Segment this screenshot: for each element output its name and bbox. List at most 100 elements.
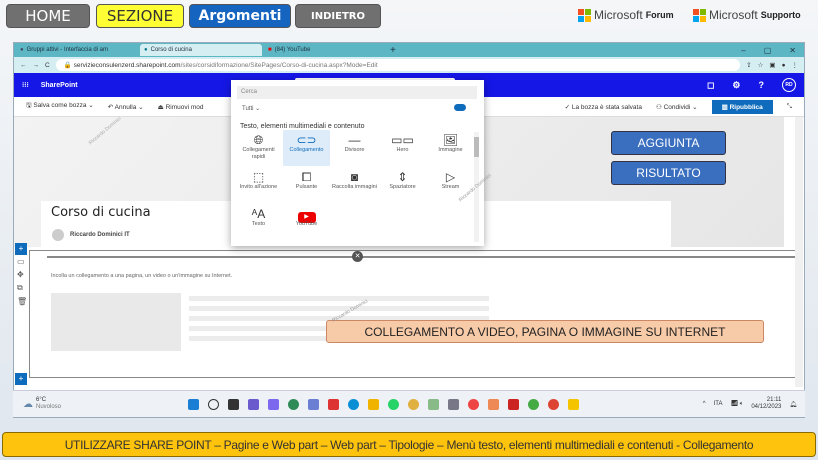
chrome-icon[interactable] (467, 398, 479, 410)
link-icon: ⊂⊃ (296, 133, 317, 147)
app-icon[interactable] (287, 398, 299, 410)
teams-icon[interactable] (247, 398, 259, 410)
edit-icon[interactable]: ▭ (17, 257, 25, 266)
duplicate-icon[interactable]: ⧉ (17, 283, 23, 293)
toolbox-search-input[interactable]: Cerca (237, 86, 477, 99)
edge-icon[interactable] (347, 398, 359, 410)
webpart-image[interactable]: 🖼︎ Immagine (427, 130, 474, 166)
chrome-icon[interactable] (527, 398, 539, 410)
help-icon[interactable]: ? (759, 80, 765, 90)
maximize-icon[interactable]: ▢ (764, 46, 772, 55)
menu-icon[interactable]: ⋮ (792, 61, 799, 69)
remove-button[interactable]: ⏏ Rimuovi mod (158, 103, 204, 111)
feedback-icon[interactable]: ◻ (707, 80, 714, 91)
app-icon[interactable] (447, 398, 459, 410)
url-path: /sites/corsidiformazione/SitePages/Corso… (180, 61, 378, 69)
app-icon[interactable] (327, 398, 339, 410)
weather-widget[interactable]: ☁ 6°C Nuvoloso (13, 397, 183, 411)
republish-button[interactable]: ▥ Ripubblica (711, 99, 773, 114)
whatsapp-icon[interactable] (387, 398, 399, 410)
sharepoint-title[interactable]: SharePoint (41, 82, 78, 89)
filter-dropdown[interactable]: Tutti ⌄ (242, 105, 260, 112)
start-icon[interactable] (187, 398, 199, 410)
tab-label: Corso di cucina (150, 47, 192, 53)
move-icon[interactable]: ✥ (17, 270, 24, 279)
search-icon[interactable] (207, 398, 219, 410)
app-icon[interactable] (487, 398, 499, 410)
webpart-divider[interactable]: — Divisore (331, 130, 378, 166)
view-toggle[interactable] (454, 104, 466, 111)
app-icon[interactable] (407, 398, 419, 410)
minimize-icon[interactable]: – (741, 46, 745, 55)
scrollbar[interactable] (795, 117, 803, 387)
ms-supporto-link[interactable]: Microsoft Supporto (693, 8, 801, 22)
teams-icon: ● (20, 47, 24, 53)
app-icon[interactable] (307, 398, 319, 410)
sezione-button[interactable]: SEZIONE (96, 4, 184, 28)
footer-banner: UTILIZZARE SHARE POINT – Pagine e Web pa… (2, 432, 816, 457)
sidebar-icon[interactable]: ▣ (769, 61, 775, 69)
author: Riccardo Dominici IT (52, 229, 130, 241)
collegamento-callout: COLLEGAMENTO A VIDEO, PAGINA O IMMAGINE … (326, 320, 764, 343)
share-icon[interactable]: ⇪ (746, 61, 751, 69)
brand: Microsoft (594, 8, 643, 22)
tray-chevron-icon[interactable]: ^ (703, 401, 706, 407)
star-icon[interactable]: ☆ (758, 61, 764, 69)
tab-corso[interactable]: ● Corso di cucina (140, 44, 262, 56)
argomenti-button[interactable]: Argomenti (189, 4, 291, 28)
app-icon[interactable] (267, 398, 279, 410)
folder-icon[interactable] (567, 398, 579, 410)
notifications-icon[interactable]: 🔔︎ (789, 401, 797, 408)
add-section-bottom-icon[interactable]: + (15, 373, 27, 385)
close-toolbox-icon[interactable]: ✕ (352, 251, 363, 262)
webpart-call-to-action[interactable]: ⬚ Invito all'azione (235, 167, 282, 203)
clock[interactable]: 21:11 04/12/2023 (751, 397, 781, 411)
webpart-button[interactable]: ⧠ Pulsante (283, 167, 330, 203)
save-draft-button[interactable]: 🖫 Salva come bozza ⌄ (26, 101, 94, 112)
webpart-gallery[interactable]: ◙ Raccolta immagini (331, 167, 378, 203)
close-icon[interactable]: ✕ (789, 46, 796, 55)
section-heading: Testo, elementi multimediali e contenuto (240, 123, 365, 130)
avatar[interactable]: RD (782, 78, 796, 92)
share-button[interactable]: ⚇ Condividi ⌄ (656, 103, 698, 111)
back-icon[interactable]: ← (20, 62, 27, 69)
author-avatar-icon (52, 229, 64, 241)
reload-icon[interactable]: C (45, 62, 50, 69)
divider-icon: — (348, 133, 361, 147)
collapse-icon[interactable]: ⤡ (787, 103, 792, 111)
lock-icon: 🔒 (63, 62, 74, 69)
ms-forum-link[interactable]: Microsoft Forum (578, 8, 674, 22)
webpart-youtube[interactable]: ▶ YouTube (283, 204, 330, 240)
forward-icon[interactable]: → (33, 62, 40, 69)
powerpoint-icon[interactable] (547, 398, 559, 410)
app-icon[interactable] (427, 398, 439, 410)
webpart-spacer[interactable]: ⇕ Spaziatore (379, 167, 426, 203)
tab-gruppi[interactable]: ● Gruppi attivi - Interfaccia di am (16, 44, 138, 56)
network-volume-icon[interactable]: 📶︎ 🔈︎ (730, 400, 743, 408)
settings-icon[interactable]: ⚙ (732, 80, 740, 91)
add-section-icon[interactable]: + (15, 243, 27, 255)
page-title[interactable]: Corso di cucina (51, 205, 151, 220)
file-explorer-icon[interactable] (367, 398, 379, 410)
microsoft-logo-icon (578, 8, 591, 22)
text-icon: ᴬA (251, 207, 266, 221)
section-line (47, 256, 802, 258)
url-input[interactable]: 🔒 servizieconsulenzerd.sharepoint.com/si… (55, 59, 741, 71)
home-button[interactable]: HOME (6, 4, 90, 28)
undo-button[interactable]: ↶ Annulla ⌄ (108, 103, 144, 111)
link-prompt: Incolla un collegamento a una pagina, un… (51, 273, 233, 279)
indietro-button[interactable]: INDIETRO (295, 4, 381, 28)
task-view-icon[interactable] (227, 398, 239, 410)
webpart-hero[interactable]: ▭▭ Hero (379, 130, 426, 166)
filezilla-icon[interactable] (507, 398, 519, 410)
language-indicator[interactable]: ITA (714, 401, 723, 407)
app-launcher-icon[interactable]: ⁝⁝⁝ (22, 81, 29, 89)
webpart-text[interactable]: ᴬA Testo (235, 204, 282, 240)
tab-youtube[interactable]: ■ (84) YouTube (264, 44, 386, 56)
profile-icon[interactable]: ● (782, 62, 786, 69)
delete-icon[interactable]: 🗑 (17, 297, 27, 306)
new-tab-icon[interactable]: + (390, 45, 396, 56)
cloud-icon: ☁ (23, 398, 33, 410)
webpart-quick-links[interactable]: 🌐︎ Collegamenti rapidi (235, 130, 282, 166)
webpart-link[interactable]: ⊂⊃ Collegamento (283, 130, 330, 166)
